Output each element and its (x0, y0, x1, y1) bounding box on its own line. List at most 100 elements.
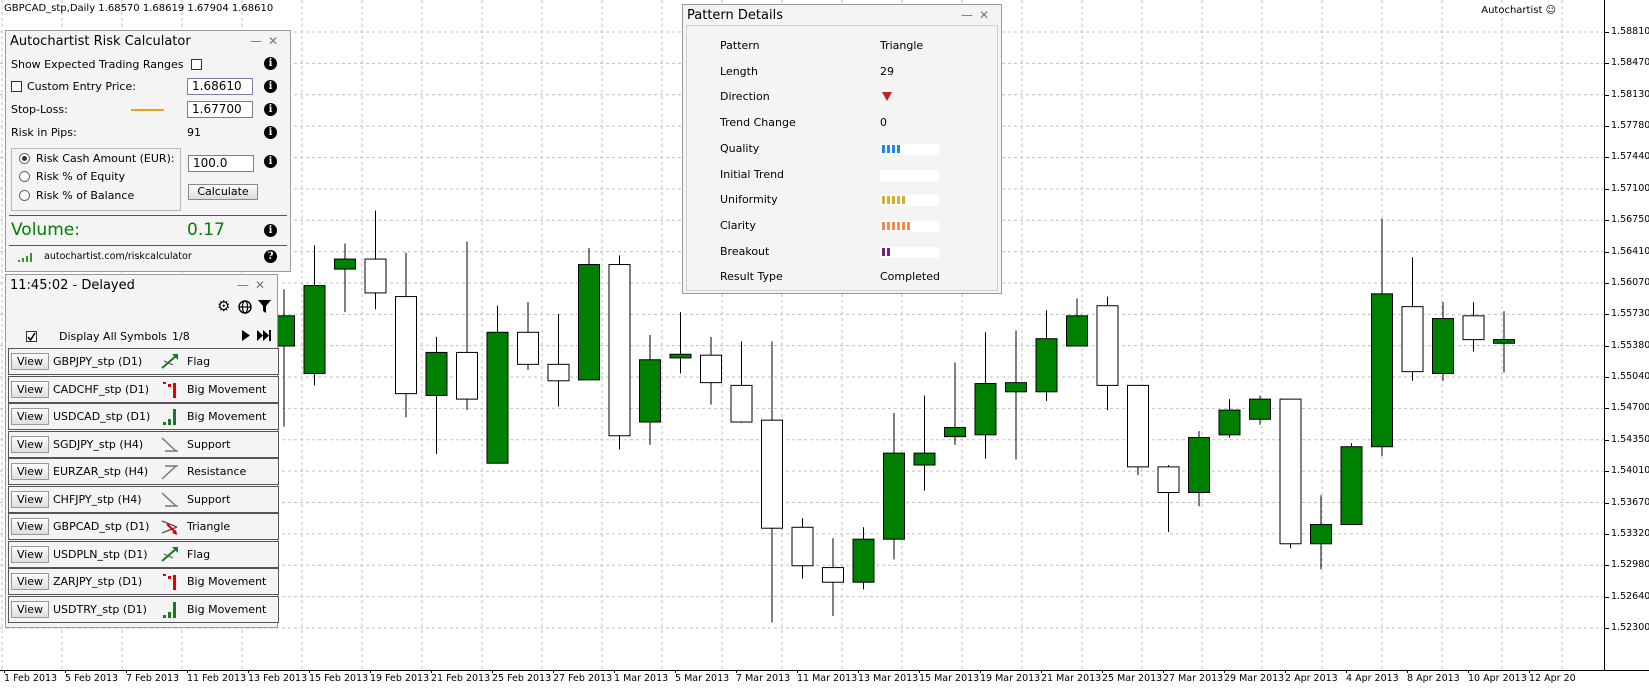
risk-balance-radio[interactable] (19, 190, 30, 201)
candle[interactable] (1035, 310, 1058, 401)
risk-calculator-link[interactable]: autochartist.com/riskcalculator (44, 251, 192, 262)
candle[interactable] (761, 341, 783, 623)
candle[interactable] (425, 336, 448, 455)
info-icon[interactable]: i (264, 80, 277, 93)
candle[interactable] (1188, 431, 1210, 507)
candle[interactable] (578, 248, 600, 381)
candle-body (791, 526, 814, 567)
info-icon[interactable]: i (264, 126, 277, 139)
candle[interactable] (1157, 465, 1180, 532)
quality-bar (880, 143, 939, 155)
symbol-row[interactable]: View USDPLN_stp (D1) Flag (8, 540, 279, 568)
symbol-row[interactable]: View USDTRY_stp (D1) Big Movement (8, 595, 279, 623)
minimize-icon[interactable]: — (961, 8, 979, 22)
info-icon[interactable]: i (264, 224, 277, 237)
symbol-row[interactable]: View CHFJPY_stp (H4) Support (8, 485, 279, 513)
view-button[interactable]: View (11, 545, 49, 563)
candle[interactable] (913, 395, 936, 491)
candle-body (1493, 339, 1515, 344)
calculate-button[interactable]: Calculate (188, 184, 258, 200)
candle[interactable] (1096, 296, 1119, 411)
candle[interactable] (1249, 395, 1271, 425)
candle[interactable] (303, 245, 326, 386)
candle[interactable] (364, 210, 387, 310)
last-page-icon[interactable] (257, 330, 271, 341)
custom-entry-input[interactable]: 1.68610 (187, 78, 253, 95)
detail-key: Initial Trend (720, 167, 785, 181)
candle[interactable] (547, 313, 570, 407)
price-tick-label: 1.58470 (1604, 57, 1649, 69)
candle[interactable] (1401, 257, 1424, 381)
candle[interactable] (608, 255, 631, 450)
candle[interactable] (791, 518, 814, 579)
globe-icon[interactable] (238, 300, 252, 314)
candle-body (883, 452, 905, 540)
risk-amount-input[interactable]: 100.0 (188, 155, 254, 172)
candle[interactable] (486, 305, 509, 464)
candle[interactable] (1279, 398, 1302, 549)
view-button[interactable]: View (11, 380, 49, 398)
view-button[interactable]: View (11, 518, 49, 535)
close-icon[interactable]: ✕ (979, 8, 995, 22)
display-all-checkbox[interactable] (26, 331, 37, 342)
symbol-row[interactable]: View EURZAR_stp (H4) Resistance (8, 458, 279, 485)
candle[interactable] (730, 341, 753, 423)
view-button[interactable]: View (11, 490, 49, 508)
view-button[interactable]: View (11, 435, 49, 453)
candle-body (669, 353, 692, 359)
candle-body (700, 354, 722, 384)
symbol-row[interactable]: View USDCAD_stp (D1) Big Movement (8, 403, 279, 430)
symbol-row[interactable]: View ZARJPY_stp (D1) Big Movement (8, 568, 279, 595)
info-icon[interactable]: i (264, 155, 277, 168)
close-icon[interactable]: ✕ (268, 34, 284, 48)
candle[interactable] (334, 243, 356, 313)
date-tick-label: 7 Feb 2013 (126, 670, 180, 684)
candle-body (578, 264, 600, 381)
view-button[interactable]: View (11, 573, 49, 590)
candle[interactable] (517, 302, 539, 370)
stop-loss-input[interactable]: 1.67700 (187, 101, 253, 118)
filter-icon[interactable] (258, 300, 271, 314)
candle[interactable] (1493, 311, 1515, 373)
candle[interactable] (395, 252, 417, 418)
symbol-row[interactable]: View GBPCAD_stp (D1) Triangle (8, 513, 279, 540)
candle-body (730, 384, 753, 423)
candle-body (395, 296, 417, 395)
candle[interactable] (1310, 495, 1332, 570)
symbol-row[interactable]: View SGDJPY_stp (H4) Support (8, 430, 279, 458)
symbol-row[interactable]: View GBPJPY_stp (D1) Flag (8, 348, 279, 375)
candle[interactable] (1340, 443, 1363, 526)
risk-cash-label: Risk Cash Amount (EUR): (36, 152, 175, 165)
candle[interactable] (1218, 399, 1241, 438)
info-icon[interactable]: i (264, 103, 277, 116)
help-icon[interactable]: ? (264, 250, 277, 263)
show-ranges-checkbox[interactable] (191, 59, 202, 70)
risk-equity-radio[interactable] (19, 171, 30, 182)
info-icon[interactable]: i (264, 57, 277, 70)
candle[interactable] (883, 412, 905, 560)
candle[interactable] (822, 538, 844, 617)
gear-icon[interactable]: ⚙ (217, 297, 230, 315)
bar-segment (887, 247, 890, 256)
minimize-icon[interactable]: — (250, 34, 268, 48)
close-icon[interactable]: ✕ (255, 278, 271, 292)
candle[interactable] (1462, 302, 1485, 352)
candle[interactable] (1066, 298, 1088, 347)
candle-body (547, 363, 570, 382)
view-button[interactable]: View (11, 463, 49, 480)
candle[interactable] (456, 241, 478, 411)
view-button[interactable]: View (11, 353, 49, 370)
candle[interactable] (669, 312, 692, 374)
candle[interactable] (1127, 384, 1149, 476)
risk-cash-radio[interactable] (19, 153, 30, 164)
symbol-row[interactable]: View CADCHF_stp (D1) Big Movement (8, 375, 279, 403)
candle[interactable] (700, 336, 722, 405)
minimize-icon[interactable]: — (237, 278, 255, 292)
view-button[interactable]: View (11, 600, 49, 618)
view-button[interactable]: View (11, 408, 49, 425)
candle[interactable] (852, 527, 875, 590)
candle[interactable] (1371, 218, 1393, 456)
custom-entry-checkbox[interactable] (11, 81, 22, 92)
next-page-icon[interactable] (241, 330, 251, 341)
candle[interactable] (639, 335, 661, 445)
